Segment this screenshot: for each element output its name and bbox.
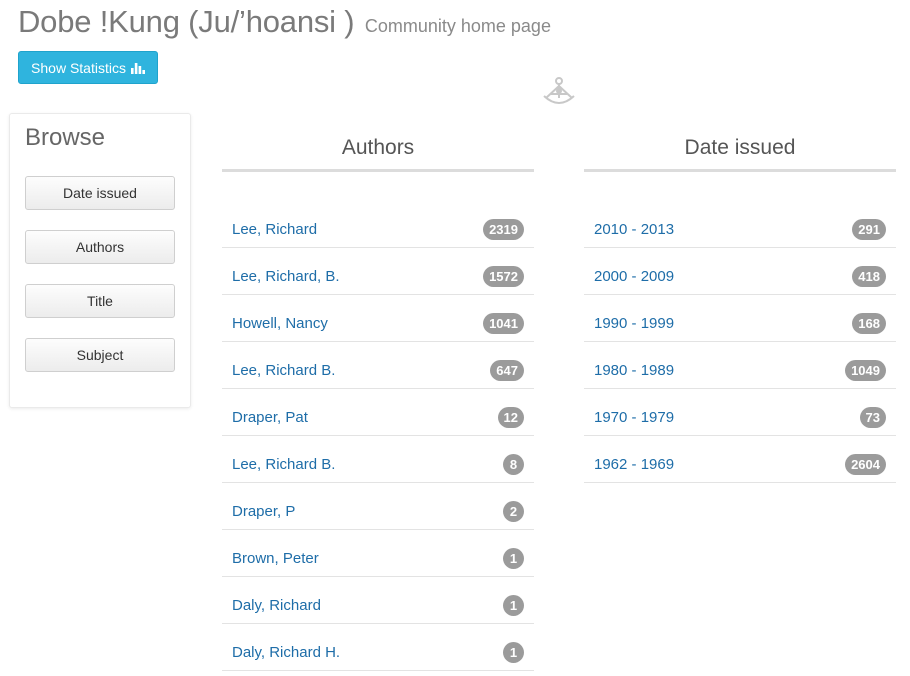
count-badge: 73	[859, 406, 886, 428]
page-title: Dobe !Kung (Ju/’hoansi )	[18, 4, 355, 39]
author-row: Draper, P 2	[222, 483, 534, 530]
count-badge: 12	[497, 406, 524, 428]
sextant-icon	[540, 76, 578, 110]
author-row: Lee, Richard B. 647	[222, 342, 534, 389]
author-link[interactable]: Lee, Richard	[232, 221, 317, 238]
author-link[interactable]: Lee, Richard, B.	[232, 268, 340, 285]
author-link[interactable]: Howell, Nancy	[232, 315, 328, 332]
count-badge: 1	[503, 641, 524, 663]
count-badge: 168	[852, 312, 886, 334]
count-badge: 2604	[845, 453, 886, 475]
browse-authors-button[interactable]: Authors	[25, 230, 175, 264]
show-statistics-button[interactable]: Show Statistics	[18, 51, 158, 84]
count-badge: 1049	[845, 359, 886, 381]
browse-title-button[interactable]: Title	[25, 284, 175, 318]
author-link[interactable]: Draper, P	[232, 503, 295, 520]
authors-column: Authors Lee, Richard 2319 Lee, Richard, B…	[222, 130, 534, 671]
count-badge: 647	[490, 359, 524, 381]
date-row: 2010 - 2013 291	[584, 201, 896, 248]
count-badge: 1	[503, 547, 524, 569]
author-row: Lee, Richard B. 8	[222, 436, 534, 483]
author-row: Lee, Richard, B. 1572	[222, 248, 534, 295]
date-range-link[interactable]: 1962 - 1969	[594, 456, 674, 473]
page-subtitle: Community home page	[364, 16, 551, 36]
date-issued-header: Date issued	[584, 130, 896, 172]
author-link[interactable]: Daly, Richard	[232, 597, 321, 614]
date-range-link[interactable]: 1970 - 1979	[594, 409, 674, 426]
date-range-link[interactable]: 2010 - 2013	[594, 221, 674, 238]
date-row: 1980 - 1989 1049	[584, 342, 896, 389]
count-badge: 1041	[483, 312, 524, 334]
bar-chart-icon	[130, 61, 145, 74]
author-row: Lee, Richard 2319	[222, 201, 534, 248]
author-row: Draper, Pat 12	[222, 389, 534, 436]
author-link[interactable]: Draper, Pat	[232, 409, 308, 426]
date-issued-column: Date issued 2010 - 2013 291 2000 - 2009 41…	[584, 130, 896, 483]
date-range-link[interactable]: 1990 - 1999	[594, 315, 674, 332]
date-row: 1990 - 1999 168	[584, 295, 896, 342]
date-range-link[interactable]: 1980 - 1989	[594, 362, 674, 379]
date-row: 1962 - 1969 2604	[584, 436, 896, 483]
count-badge: 1	[503, 594, 524, 616]
author-row: Brown, Peter 1	[222, 530, 534, 577]
show-statistics-label: Show Statistics	[31, 59, 126, 76]
count-badge: 8	[503, 453, 524, 475]
date-range-link[interactable]: 2000 - 2009	[594, 268, 674, 285]
authors-header: Authors	[222, 130, 534, 172]
author-row: Daly, Richard 1	[222, 577, 534, 624]
author-row: Howell, Nancy 1041	[222, 295, 534, 342]
author-row: Daly, Richard H. 1	[222, 624, 534, 671]
browse-title: Browse	[25, 124, 106, 151]
date-row: 1970 - 1979 73	[584, 389, 896, 436]
page-header: Dobe !Kung (Ju/’hoansi ) Community home …	[18, 4, 551, 40]
author-link[interactable]: Brown, Peter	[232, 550, 319, 567]
count-badge: 2	[503, 500, 524, 522]
browse-date-issued-button[interactable]: Date issued	[25, 176, 175, 210]
author-link[interactable]: Lee, Richard B.	[232, 362, 335, 379]
count-badge: 2319	[483, 218, 524, 240]
count-badge: 1572	[483, 265, 524, 287]
author-link[interactable]: Daly, Richard H.	[232, 644, 340, 661]
count-badge: 418	[852, 265, 886, 287]
count-badge: 291	[852, 218, 886, 240]
author-link[interactable]: Lee, Richard B.	[232, 456, 335, 473]
date-row: 2000 - 2009 418	[584, 248, 896, 295]
browse-subject-button[interactable]: Subject	[25, 338, 175, 372]
browse-panel: Browse Date issued Authors Title Subject	[9, 113, 191, 408]
